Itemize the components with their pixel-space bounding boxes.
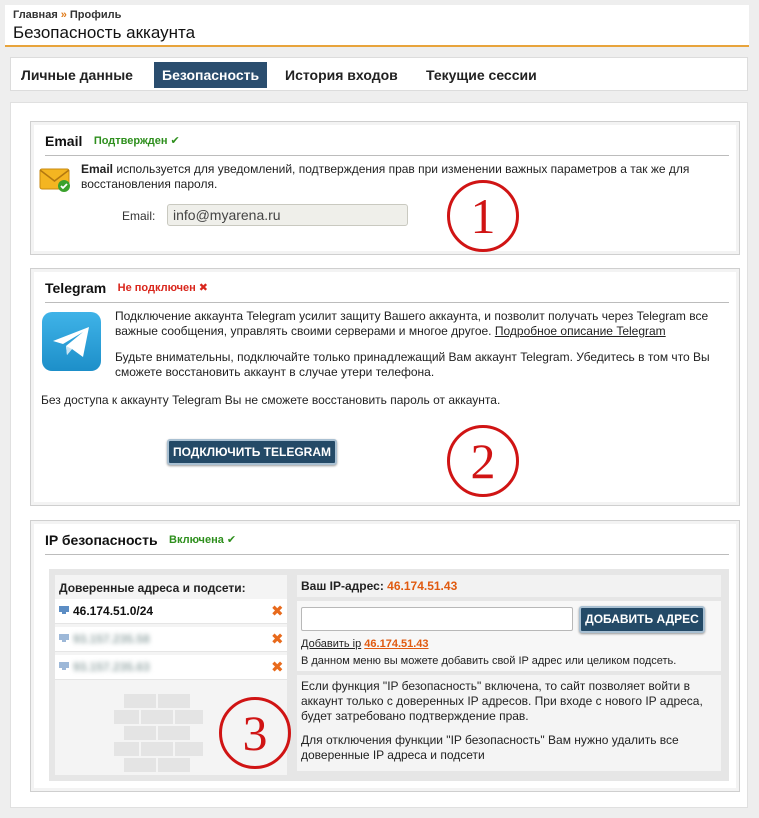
trusted-list: Доверенные адреса и подсети: 46.174.51.0… xyxy=(55,575,291,778)
your-ip-line: Ваш IP-адрес: 46.174.51.43 xyxy=(301,579,457,593)
add-ip-input[interactable] xyxy=(301,607,573,631)
tab-login-history[interactable]: История входов xyxy=(277,62,406,88)
email-status-text: Подтвержден xyxy=(93,135,168,148)
your-ip-value: 46.174.51.43 xyxy=(387,579,458,593)
email-panel-header: Email Подтвержден ✔ xyxy=(45,132,729,156)
page-title: Безопасность аккаунта xyxy=(13,23,196,42)
breadcrumb: Главная» Профиль xyxy=(13,9,121,21)
trusted-ip-value: 93.157.235.63 xyxy=(73,660,150,674)
telegram-description-2: Будьте внимательны, подключайте только п… xyxy=(115,350,710,379)
check-icon: ✔ xyxy=(170,135,180,148)
email-description-text: используется для уведомлений, подтвержде… xyxy=(81,162,690,191)
telegram-panel-title: Telegram xyxy=(45,279,107,296)
tab-current-sessions[interactable]: Текущие сессии xyxy=(418,62,545,88)
ip-settings-area: Доверенные адреса и подсети: 46.174.51.0… xyxy=(49,569,729,781)
monitor-icon xyxy=(59,634,69,642)
trusted-ip-row: 46.174.51.0/24 ✖ xyxy=(55,599,287,624)
add-ip-box: ДОБАВИТЬ АДРЕС Добавить ip 46.174.51.43 … xyxy=(297,601,721,671)
ip-security-panel: IP безопасность Включена ✔ Доверенные адр… xyxy=(30,520,740,792)
delete-ip-icon[interactable]: ✖ xyxy=(271,658,284,676)
email-field-label: Email: xyxy=(122,209,156,223)
tab-security[interactable]: Безопасность xyxy=(154,62,268,88)
add-current-ip-link-value[interactable]: 46.174.51.43 xyxy=(364,638,428,650)
telegram-description-1: Подключение аккаунта Telegram усилит защ… xyxy=(115,309,735,339)
telegram-status-badge: Не подключен ✖ xyxy=(118,281,208,294)
telegram-logo-icon xyxy=(41,311,102,377)
ip-info-text-2: Для отключения функции "IP безопасность"… xyxy=(301,733,679,762)
telegram-description-3: Без доступа к аккаунту Telegram Вы не см… xyxy=(41,393,501,407)
ip-status-text: Включена xyxy=(169,534,224,547)
check-icon: ✔ xyxy=(226,534,237,547)
annotation-marker-2: 2 xyxy=(447,425,519,497)
ip-info-text-1: Если функция "IP безопасность" включена,… xyxy=(301,679,703,723)
email-description-bold: Email xyxy=(81,162,114,176)
add-current-ip-link[interactable]: Добавить ip 46.174.51.43 xyxy=(301,637,429,652)
add-ip-hint: В данном меню вы можете добавить свой IP… xyxy=(301,655,677,667)
monitor-icon xyxy=(59,662,69,670)
delete-ip-icon[interactable]: ✖ xyxy=(271,630,284,648)
page-header: Главная» Профиль Безопасность аккаунта xyxy=(5,5,749,47)
ip-panel-header: IP безопасность Включена ✔ xyxy=(45,531,729,555)
monitor-icon xyxy=(59,606,69,614)
trusted-ip-row: 93.157.235.63 ✖ xyxy=(55,655,287,680)
email-panel-title: Email xyxy=(45,132,83,149)
connect-telegram-button[interactable]: ПОДКЛЮЧИТЬ TELEGRAM xyxy=(167,439,337,465)
breadcrumb-home[interactable]: Главная xyxy=(13,9,58,21)
your-ip-label: Ваш IP-адрес: xyxy=(301,579,384,593)
annotation-marker-1: 1 xyxy=(447,180,519,252)
add-address-button[interactable]: ДОБАВИТЬ АДРЕС xyxy=(579,606,705,633)
annotation-marker-3: 3 xyxy=(219,697,291,769)
tab-bar: Личные данные Безопасность История входо… xyxy=(10,57,748,91)
email-panel: Email Подтвержден ✔ Email используется дл… xyxy=(30,121,740,255)
telegram-panel: Telegram Не подключен ✖ Подключение аккау… xyxy=(30,268,740,506)
email-status-badge: Подтвержден ✔ xyxy=(94,134,180,147)
breadcrumb-current[interactable]: Профиль xyxy=(70,9,121,21)
trusted-ip-row: 93.157.235.58 ✖ xyxy=(55,627,287,652)
email-field[interactable]: info@myarena.ru xyxy=(167,204,408,226)
cross-icon: ✖ xyxy=(198,282,208,295)
email-description: Email используется для уведомлений, подт… xyxy=(81,162,731,192)
brick-wall-icon xyxy=(112,683,213,778)
ip-info-box: Если функция "IP безопасность" включена,… xyxy=(297,675,721,771)
trusted-ip-value: 46.174.51.0/24 xyxy=(73,604,154,618)
main-content: Email Подтвержден ✔ Email используется дл… xyxy=(10,102,748,808)
telegram-details-link[interactable]: Подробное описание Telegram xyxy=(495,324,666,338)
envelope-icon xyxy=(39,165,71,198)
delete-ip-icon[interactable]: ✖ xyxy=(271,602,284,620)
breadcrumb-separator: » xyxy=(60,9,67,21)
trusted-ip-value: 93.157.235.58 xyxy=(73,632,150,646)
add-current-ip-link-prefix[interactable]: Добавить ip xyxy=(301,638,361,650)
trusted-list-title: Доверенные адреса и подсети: xyxy=(59,581,246,595)
telegram-status-text: Не подключен xyxy=(117,282,196,295)
ip-panel-title: IP безопасность xyxy=(45,531,158,548)
your-ip-box: Ваш IP-адрес: 46.174.51.43 xyxy=(297,575,721,597)
telegram-panel-header: Telegram Не подключен ✖ xyxy=(45,279,729,303)
ip-status-badge: Включена ✔ xyxy=(169,533,236,546)
tab-personal-data[interactable]: Личные данные xyxy=(13,62,141,88)
